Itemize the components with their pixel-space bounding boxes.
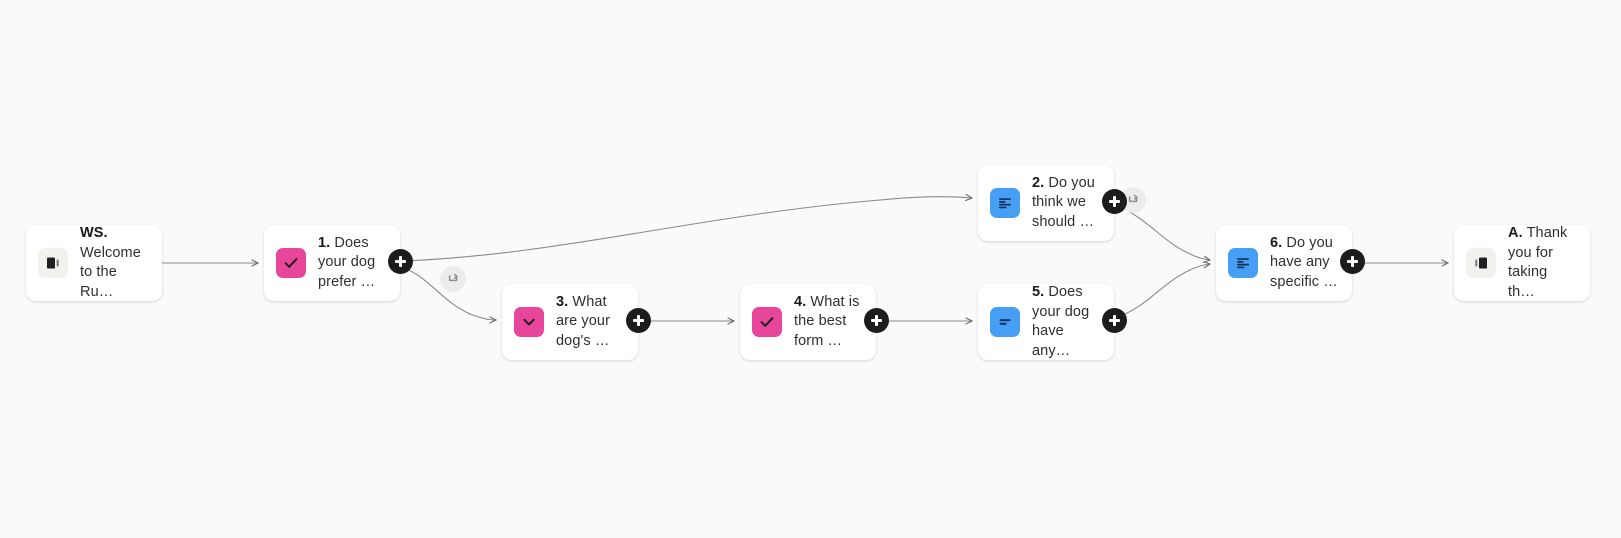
flow-node-q4[interactable]: 4. What is the best form … xyxy=(740,284,876,360)
flow-node-title: Welcome to the Ru… xyxy=(80,244,141,300)
loop-logic-icon-q1[interactable] xyxy=(440,266,466,292)
multiple-choice-icon xyxy=(276,248,306,278)
flow-node-label: 2. xyxy=(1032,174,1045,191)
add-node-button-q1[interactable] xyxy=(388,249,413,274)
flow-node-text: 1. Does your dog prefer … xyxy=(318,234,386,293)
edge-layer xyxy=(162,0,1621,538)
flow-node-welcome[interactable]: WS. Welcome to the Ru… xyxy=(26,225,162,301)
flow-node-label: WS. xyxy=(80,225,108,241)
flow-node-text: 5. Does your dog have any… xyxy=(1032,283,1100,361)
edge-q1-to-q2 xyxy=(401,197,972,262)
multiple-choice-icon xyxy=(752,307,782,337)
add-node-button-q5[interactable] xyxy=(1102,308,1127,333)
thank-you-screen-icon xyxy=(1466,248,1496,278)
flow-node-label: 5. xyxy=(1032,284,1045,300)
edge-q2-to-q6 xyxy=(1115,204,1210,260)
flow-node-label: 1. xyxy=(318,234,331,251)
add-node-button-q4[interactable] xyxy=(864,308,889,333)
long-text-icon xyxy=(1228,248,1258,278)
flow-node-text: 4. What is the best form … xyxy=(794,293,862,352)
flow-node-q2[interactable]: 2. Do you think we should … xyxy=(978,165,1114,241)
flow-node-q6[interactable]: 6. Do you have any specific … xyxy=(1216,225,1352,301)
add-node-button-q2[interactable] xyxy=(1102,189,1127,214)
add-node-button-q3[interactable] xyxy=(626,308,651,333)
flow-node-text: WS. Welcome to the Ru… xyxy=(80,224,148,302)
flow-node-text: 2. Do you think we should … xyxy=(1032,174,1100,233)
long-text-icon xyxy=(990,188,1020,218)
flow-node-text: 3. What are your dog's … xyxy=(556,293,624,352)
flow-node-thankyou[interactable]: A. Thank you for taking th… xyxy=(1454,225,1590,301)
welcome-screen-icon xyxy=(38,248,68,278)
flow-node-label: A. xyxy=(1508,225,1523,241)
flow-node-label: 6. xyxy=(1270,234,1283,251)
short-text-icon xyxy=(990,307,1020,337)
flow-node-text: 6. Do you have any specific … xyxy=(1270,234,1338,293)
flow-node-q3[interactable]: 3. What are your dog's … xyxy=(502,284,638,360)
dropdown-icon xyxy=(514,307,544,337)
flow-node-label: 3. xyxy=(556,293,569,310)
flow-node-text: A. Thank you for taking th… xyxy=(1508,224,1576,302)
flow-node-q1[interactable]: 1. Does your dog prefer … xyxy=(264,225,400,301)
edge-q5-to-q6 xyxy=(1115,264,1210,319)
flow-node-q5[interactable]: 5. Does your dog have any… xyxy=(978,284,1114,360)
flow-node-label: 4. xyxy=(794,293,807,310)
add-node-button-q6[interactable] xyxy=(1340,249,1365,274)
flow-canvas[interactable]: WS. Welcome to the Ru… 1. Does your dog p… xyxy=(0,0,1621,538)
